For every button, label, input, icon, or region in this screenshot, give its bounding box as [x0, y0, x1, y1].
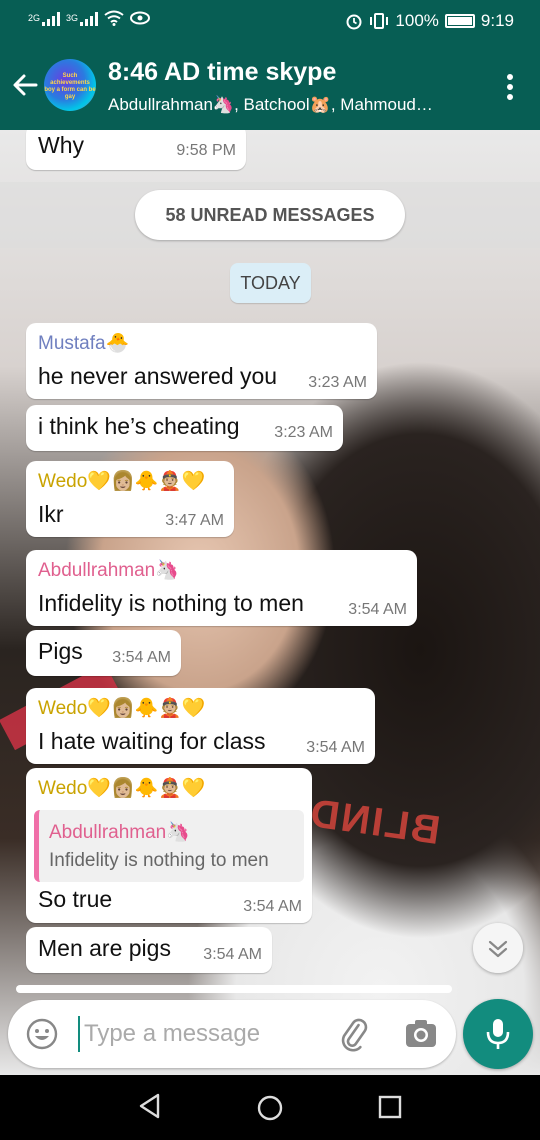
message-bubble[interactable]: Mustafa🐣 he never answered you 3:23 AM [26, 323, 377, 399]
unread-banner: 58 UNREAD MESSAGES [135, 190, 405, 240]
network-b-label: 3G [66, 13, 79, 23]
message-bubble[interactable]: Men are pigs 3:54 AM [26, 927, 272, 973]
message-text: Infidelity is nothing to men [38, 590, 304, 616]
message-time: 3:54 AM [203, 946, 262, 963]
message-bubble[interactable]: Wedo💛👩🏼🐥👲🏼💛 Ikr 3:47 AM [26, 461, 234, 537]
message-sender: Wedo💛👩🏼🐥👲🏼💛 [38, 778, 206, 799]
message-text: he never answered you [38, 363, 278, 389]
status-time: 9:19 [480, 11, 514, 30]
alarm-icon [346, 14, 362, 30]
message-text: Why [38, 132, 84, 158]
wifi-icon [104, 10, 124, 26]
date-chip: TODAY [230, 263, 311, 303]
message-bubble[interactable]: i think he’s cheating 3:23 AM [26, 405, 343, 451]
avatar-text: Such achievements boy a form can be gay [44, 73, 96, 100]
nav-recents-icon[interactable] [378, 1095, 402, 1119]
nav-back-icon[interactable] [138, 1093, 162, 1119]
paperclip-icon[interactable] [336, 1016, 372, 1052]
message-text: Ikr [38, 501, 64, 527]
group-members[interactable]: Abdullrahman🦄, Batchool🐹, Mahmoud… [108, 95, 488, 115]
message-bubble[interactable]: Abdullrahman🦄 Infidelity is nothing to m… [26, 550, 417, 626]
status-right: 100% 9:19 [345, 11, 514, 31]
message-sender: Wedo💛👩🏼🐥👲🏼💛 [38, 471, 206, 492]
message-input[interactable] [84, 1014, 324, 1054]
microphone-button[interactable] [463, 999, 533, 1069]
message-bubble[interactable]: Pigs 3:54 AM [26, 630, 181, 676]
message-time: 3:54 AM [112, 649, 171, 666]
shirt-print: BLIND [305, 791, 443, 853]
signal-b-icon [80, 10, 99, 26]
battery-percent: 100% [395, 11, 439, 30]
scroll-to-bottom-button[interactable] [473, 923, 523, 973]
network-a-label: 2G [28, 13, 41, 23]
message-text: Pigs [38, 638, 83, 664]
message-time: 9:58 PM [176, 142, 236, 159]
signal-a-icon [42, 10, 61, 26]
double-chevron-down-icon [488, 940, 508, 958]
message-time: 3:54 AM [306, 739, 365, 756]
message-composer[interactable] [8, 1000, 456, 1068]
microphone-icon [486, 1019, 510, 1049]
camera-icon[interactable] [404, 1017, 438, 1051]
message-bubble-partial [16, 985, 452, 993]
chat-area[interactable]: BLIND Why 9:58 PM 58 UNREAD MESSAGES TOD… [0, 130, 540, 1075]
message-bubble[interactable]: Wedo💛👩🏼🐥👲🏼💛 I hate waiting for class 3:5… [26, 688, 375, 764]
message-sender: Mustafa🐣 [38, 333, 130, 354]
message-time: 3:23 AM [308, 374, 367, 391]
reply-message-bubble[interactable]: Wedo💛👩🏼🐥👲🏼💛 Abdullrahman🦄 Infidelity is … [26, 768, 312, 923]
quoted-sender: Abdullrahman🦄 [49, 822, 190, 843]
vibrate-icon [370, 13, 389, 29]
chat-header[interactable]: Such achievements boy a form can be gay … [0, 44, 540, 130]
message-time: 3:23 AM [274, 424, 333, 441]
system-nav-bar [0, 1076, 540, 1140]
text-caret [78, 1016, 80, 1052]
status-left: 2G 3G [28, 10, 151, 26]
quoted-message[interactable]: Abdullrahman🦄 Infidelity is nothing to m… [34, 810, 304, 882]
message-bubble[interactable]: Why 9:58 PM [26, 130, 246, 170]
arrow-left-icon[interactable] [10, 70, 40, 100]
message-time: 3:54 AM [348, 601, 407, 618]
battery-icon [444, 14, 475, 28]
message-text: Men are pigs [38, 935, 171, 961]
vertical-dots-icon[interactable] [506, 74, 514, 100]
message-time: 3:47 AM [165, 512, 224, 529]
emoji-icon[interactable] [25, 1017, 59, 1051]
nav-home-icon[interactable] [257, 1095, 283, 1121]
group-title[interactable]: 8:46 AD time skype [108, 58, 336, 87]
message-sender: Wedo💛👩🏼🐥👲🏼💛 [38, 698, 206, 719]
message-text: I hate waiting for class [38, 728, 266, 754]
group-avatar[interactable]: Such achievements boy a form can be gay [44, 59, 96, 111]
message-time: 3:54 AM [243, 898, 302, 915]
message-sender: Abdullrahman🦄 [38, 560, 179, 581]
message-text: So true [38, 886, 113, 912]
message-text: i think he’s cheating [38, 413, 240, 439]
eye-icon [130, 11, 151, 25]
status-bar: 2G 3G 100% 9:19 [0, 0, 540, 44]
quoted-text: Infidelity is nothing to men [49, 850, 269, 871]
